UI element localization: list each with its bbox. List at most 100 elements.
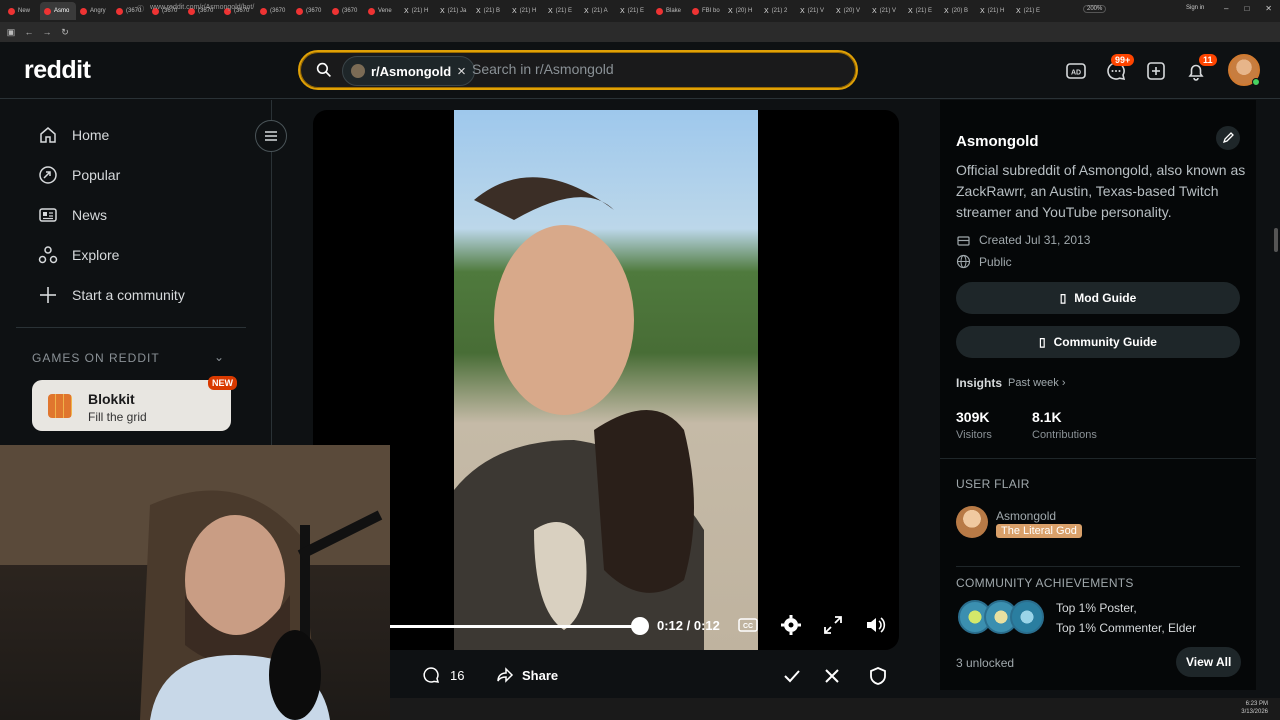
browser-tab[interactable]: X (20) V xyxy=(832,2,868,20)
browser-tab[interactable]: X (21) E xyxy=(1012,2,1048,20)
collapse-sidebar-button[interactable] xyxy=(255,120,287,152)
browser-tab-label: (21) H xyxy=(411,8,429,14)
edit-button[interactable] xyxy=(1216,126,1240,150)
chevron-down-icon[interactable]: ⌄ xyxy=(214,350,224,364)
video-progress-bar[interactable] xyxy=(389,625,639,628)
notifications-button[interactable]: 11 xyxy=(1185,54,1217,82)
search-icon xyxy=(316,62,331,77)
browser-tab[interactable]: X (21) Ja xyxy=(436,2,472,20)
remove-icon[interactable] xyxy=(818,662,846,690)
comments-button[interactable]: 16 xyxy=(412,660,475,690)
browser-tab[interactable]: (3670 xyxy=(328,2,364,20)
browser-tab[interactable]: (3670 xyxy=(256,2,292,20)
home-icon xyxy=(40,127,56,143)
browser-tab[interactable]: X (20) H xyxy=(724,2,760,20)
browser-tab[interactable]: FBI bo xyxy=(688,2,724,20)
close-icon[interactable]: ✕ xyxy=(1265,4,1272,13)
browser-tab[interactable]: X (21) H xyxy=(976,2,1012,20)
browser-tab-label: (21) A xyxy=(591,8,608,14)
minimize-icon[interactable]: – xyxy=(1224,4,1228,13)
browser-tab[interactable]: X (20) B xyxy=(940,2,976,20)
community-description: Official subreddit of Asmongold, also kn… xyxy=(956,162,1246,220)
page-scrollbar[interactable] xyxy=(1274,228,1278,252)
reddit-logo[interactable]: reddit xyxy=(24,56,91,85)
insights-label: Insights xyxy=(956,376,1003,390)
video-progress-handle[interactable] xyxy=(631,617,649,635)
browser-tab[interactable]: X (21) E xyxy=(904,2,940,20)
chat-button[interactable]: 99+ xyxy=(1105,54,1135,82)
sidebar-toggle-icon[interactable]: ▣ xyxy=(4,27,18,38)
settings-icon[interactable] xyxy=(780,614,802,636)
streamer-webcam xyxy=(0,445,390,720)
video-frame[interactable] xyxy=(454,110,758,650)
subreddit-chip[interactable]: r/Asmongold × xyxy=(342,56,475,86)
browser-tab[interactable]: X (21) H xyxy=(508,2,544,20)
browser-signin[interactable]: Sign in xyxy=(1186,5,1204,11)
x-favicon-icon: X xyxy=(764,7,769,15)
tab-favicon-icon xyxy=(692,7,699,15)
share-button[interactable]: Share xyxy=(484,660,570,690)
browser-tab[interactable]: X (21) B xyxy=(472,2,508,20)
browser-tab[interactable]: X (21) H xyxy=(400,2,436,20)
sidebar-divider xyxy=(956,566,1240,567)
video-time: 0:12 / 0:12 xyxy=(657,618,720,633)
chevron-right-icon: › xyxy=(1061,377,1066,389)
nav-item-home[interactable]: Home xyxy=(38,123,109,147)
browser-tab-label: (20) V xyxy=(843,8,861,14)
browser-tab[interactable]: X (21) V xyxy=(868,2,904,20)
back-icon[interactable]: ← xyxy=(22,27,36,37)
advertise-icon[interactable]: AD xyxy=(1065,60,1087,82)
search-input[interactable] xyxy=(472,61,832,77)
game-card-blokkit[interactable]: Blokkit Fill the grid xyxy=(32,380,231,431)
browser-tab[interactable]: (3670 xyxy=(292,2,328,20)
url-field[interactable]: www.reddit.com/r/Asmongold/hot/ xyxy=(150,4,254,11)
browser-tab[interactable]: X (21) A xyxy=(580,2,616,20)
online-status-dot xyxy=(1252,78,1260,86)
flair-username: Asmongold xyxy=(996,509,1057,523)
browser-tab[interactable]: X (21) 2 xyxy=(760,2,796,20)
create-post-icon[interactable] xyxy=(1145,60,1167,82)
browser-tab[interactable]: X (21) V xyxy=(796,2,832,20)
mod-guide-button[interactable]: ▯ Mod Guide xyxy=(956,282,1240,314)
view-all-button[interactable]: View All xyxy=(1176,647,1242,677)
search-bar[interactable]: r/Asmongold × xyxy=(298,50,858,90)
created-date-text: Created Jul 31, 2013 xyxy=(979,232,1091,247)
nav-item-start-community[interactable]: Start a community xyxy=(38,283,185,307)
fullscreen-icon[interactable] xyxy=(822,614,844,636)
nav-item-news[interactable]: News xyxy=(38,203,107,227)
shield-icon[interactable] xyxy=(864,662,892,690)
zoom-level[interactable]: 200% xyxy=(1083,5,1107,13)
browser-tab[interactable]: New xyxy=(4,2,40,20)
x-favicon-icon: X xyxy=(800,7,805,15)
browser-tab-label: (21) E xyxy=(915,8,933,14)
comment-icon xyxy=(423,667,440,683)
flair-tag[interactable]: The Literal God xyxy=(996,524,1082,538)
browser-tab[interactable]: Asmo xyxy=(40,2,76,20)
video-player[interactable] xyxy=(313,110,899,650)
maximize-icon[interactable]: □ xyxy=(1244,4,1249,13)
browser-tab-label: (20) B xyxy=(951,8,969,14)
browser-tab[interactable]: X (21) E xyxy=(544,2,580,20)
created-date: Created Jul 31, 2013 xyxy=(956,232,1090,247)
mod-guide-label: Mod Guide xyxy=(1074,291,1137,305)
games-section-header[interactable]: GAMES ON REDDIT xyxy=(32,351,160,365)
chip-close-icon[interactable]: × xyxy=(457,63,466,80)
browser-tab[interactable]: Blake xyxy=(652,2,688,20)
nav-item-popular[interactable]: Popular xyxy=(38,163,120,187)
browser-tab[interactable]: X (21) E xyxy=(616,2,652,20)
nav-item-explore[interactable]: Explore xyxy=(38,243,119,267)
insights-period[interactable]: Past week › xyxy=(1008,377,1065,389)
browser-tab-label: (21) V xyxy=(879,8,897,14)
reload-icon[interactable]: ↻ xyxy=(58,27,72,38)
book-icon: ▯ xyxy=(1059,291,1067,305)
browser-tab-label: (3670 xyxy=(306,8,322,14)
browser-tab[interactable]: Vene xyxy=(364,2,400,20)
community-guide-button[interactable]: ▯ Community Guide xyxy=(956,326,1240,358)
browser-tab[interactable]: Angry xyxy=(76,2,112,20)
volume-icon[interactable] xyxy=(864,614,886,636)
approve-icon[interactable] xyxy=(778,662,806,690)
forward-icon[interactable]: → xyxy=(40,27,54,37)
svg-text:CC: CC xyxy=(743,623,753,630)
taskbar-clock[interactable]: 6:23 PM 3/13/2026 xyxy=(1241,700,1268,716)
captions-icon[interactable]: CC xyxy=(737,614,759,636)
